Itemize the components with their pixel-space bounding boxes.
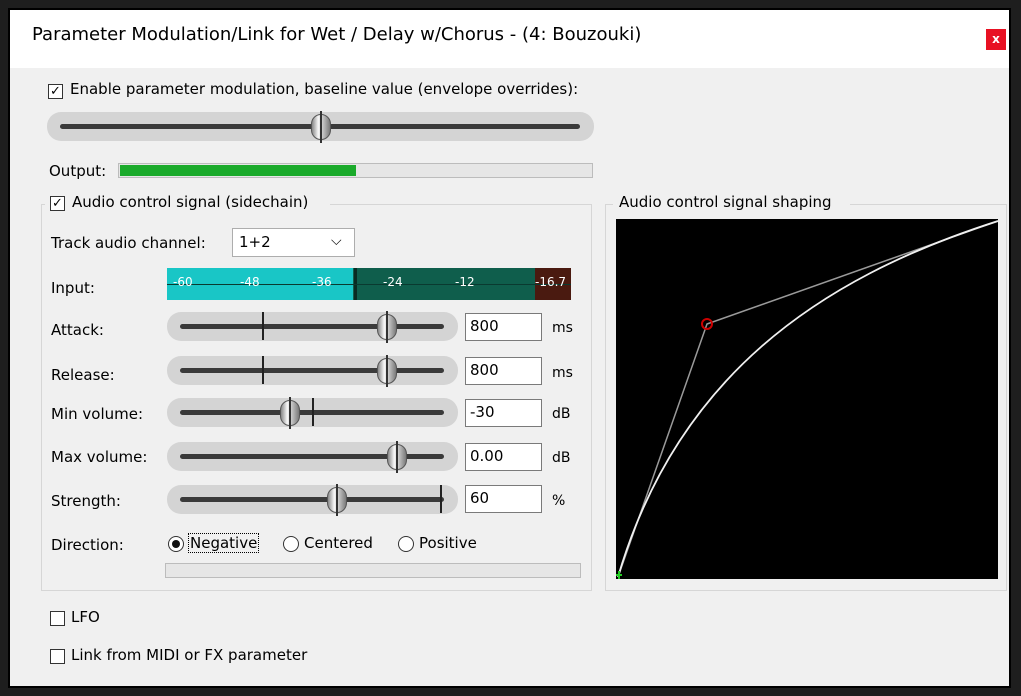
output-meter-fill [120, 165, 356, 176]
direction-bar [165, 563, 581, 578]
meter-midline [167, 284, 571, 285]
max-volume-label: Max volume: [51, 448, 148, 466]
lfo-checkbox[interactable] [50, 611, 65, 626]
meter-tick-48: -48 [240, 275, 260, 289]
direction-positive-label[interactable]: Positive [419, 534, 477, 552]
dialog-title: Parameter Modulation/Link for Wet / Dela… [32, 24, 642, 45]
enable-modulation-label: Enable parameter modulation, baseline va… [70, 80, 579, 98]
meter-tick-12: -12 [455, 275, 475, 289]
max-volume-value-field[interactable]: 0.00 [465, 443, 542, 471]
meter-tick-24: -24 [383, 275, 403, 289]
direction-negative-radio[interactable] [168, 536, 184, 552]
min-volume-unit: dB [552, 406, 571, 422]
strength-label: Strength: [51, 492, 121, 510]
min-volume-label: Min volume: [51, 405, 144, 423]
audio-control-checkbox[interactable]: ✓ [50, 196, 65, 211]
release-value-field[interactable]: 800 [465, 357, 542, 385]
strength-slider-knob[interactable] [327, 484, 347, 516]
release-slider-line [180, 368, 444, 373]
strength-unit: % [552, 493, 566, 509]
close-button[interactable]: x [986, 29, 1006, 50]
input-label: Input: [51, 279, 95, 297]
direction-label: Direction: [51, 536, 124, 554]
direction-negative-label[interactable]: Negative [188, 533, 260, 553]
release-slider-knob[interactable] [377, 355, 397, 387]
track-channel-select[interactable]: 1+2 ⌵ [232, 228, 355, 257]
output-meter [118, 163, 593, 178]
meter-tick-36: -36 [312, 275, 332, 289]
audio-control-label: Audio control signal (sidechain) [72, 193, 309, 211]
attack-default-tick [262, 312, 264, 340]
max-volume-slider-knob[interactable] [387, 441, 407, 473]
track-channel-value: 1+2 [239, 233, 271, 251]
attack-label: Attack: [51, 321, 104, 339]
direction-centered-radio[interactable] [283, 536, 299, 552]
shaping-canvas [616, 219, 998, 579]
input-meter: -60 -48 -36 -24 -12 -16.7 [167, 268, 571, 300]
lfo-label: LFO [71, 608, 100, 626]
release-label: Release: [51, 366, 115, 384]
link-checkbox[interactable] [50, 649, 65, 664]
chevron-down-icon: ⌵ [331, 233, 342, 249]
meter-tick-60: -60 [173, 275, 193, 289]
attack-unit: ms [552, 320, 573, 336]
direction-centered-label[interactable]: Centered [304, 534, 373, 552]
enable-modulation-checkbox[interactable]: ✓ [48, 84, 63, 99]
min-volume-value-field[interactable]: -30 [465, 399, 542, 427]
attack-slider-knob[interactable] [377, 311, 397, 343]
min-volume-default-tick [312, 398, 314, 426]
strength-default-tick [440, 485, 442, 513]
release-unit: ms [552, 365, 573, 381]
attack-value-field[interactable]: 800 [465, 313, 542, 341]
attack-slider-line [180, 324, 444, 329]
track-channel-label: Track audio channel: [51, 234, 206, 252]
meter-peak-readout: -16.7 [535, 275, 567, 289]
release-default-tick [262, 356, 264, 384]
strength-slider-line [180, 497, 444, 502]
strength-value-field[interactable]: 60 [465, 485, 542, 513]
min-volume-slider-knob[interactable] [280, 397, 300, 429]
baseline-slider-knob[interactable] [311, 111, 331, 143]
shaping-label: Audio control signal shaping [619, 193, 832, 211]
shaping-curve-editor[interactable] [616, 219, 998, 579]
output-label: Output: [49, 162, 107, 180]
link-label: Link from MIDI or FX parameter [71, 646, 308, 664]
max-volume-unit: dB [552, 450, 571, 466]
direction-positive-radio[interactable] [398, 536, 414, 552]
